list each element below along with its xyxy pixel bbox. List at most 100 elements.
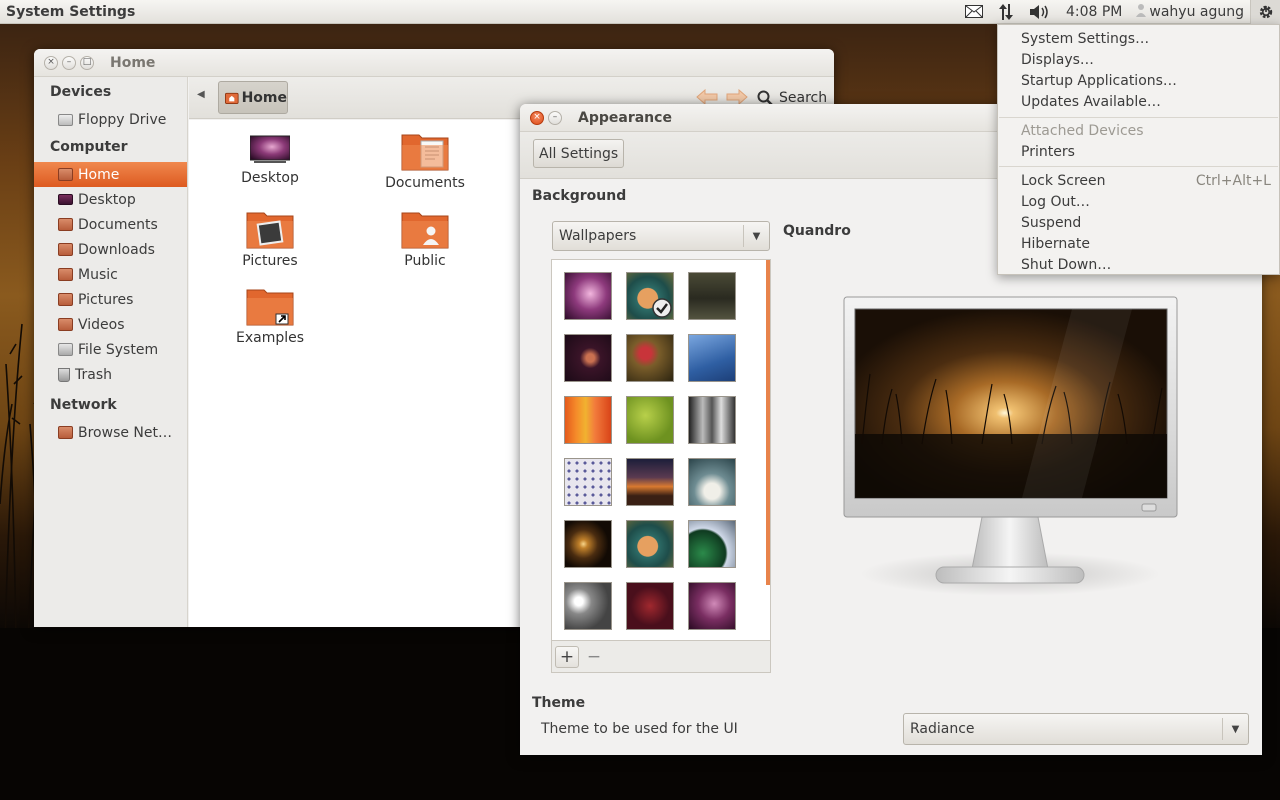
wallpaper-thumbnail[interactable] <box>626 334 674 382</box>
file-item-pictures[interactable]: Pictures <box>210 209 330 269</box>
home-folder-icon <box>225 92 239 104</box>
wallpaper-thumbnail[interactable] <box>688 458 736 506</box>
menu-item-lock-screen[interactable]: Lock Screen Ctrl+Alt+L <box>1021 170 1271 191</box>
menu-item-updates-available[interactable]: Updates Available… <box>1021 91 1271 112</box>
path-button-label: Home <box>241 89 287 106</box>
selected-check-icon <box>652 298 672 318</box>
wallpaper-list[interactable]: + − <box>551 259 771 673</box>
sidebar-item-videos[interactable]: Videos <box>34 312 187 337</box>
sidebar-item-label: Desktop <box>78 191 136 208</box>
menu-separator <box>999 166 1278 167</box>
file-label: Documents <box>385 175 465 191</box>
sidebar-item-label: Home <box>78 166 120 183</box>
file-item-documents[interactable]: Documents <box>365 131 485 191</box>
menu-shortcut: Ctrl+Alt+L <box>1195 172 1271 189</box>
sidebar-item-label: Documents <box>78 216 158 233</box>
file-label: Public <box>404 253 446 269</box>
clock[interactable]: 4:08 PM <box>1058 4 1130 20</box>
files-titlebar[interactable]: × – □ Home <box>34 49 834 77</box>
wallpaper-thumbnail[interactable] <box>688 520 736 568</box>
sidebar-item-label: Music <box>78 266 118 283</box>
wallpaper-thumbnail[interactable] <box>564 582 612 630</box>
wallpaper-thumbnail[interactable] <box>564 520 612 568</box>
menu-item-log-out[interactable]: Log Out… <box>1021 191 1271 212</box>
sidebar-item-label: Trash <box>75 366 112 383</box>
all-settings-button[interactable]: All Settings <box>533 139 625 168</box>
menu-item-startup-applications[interactable]: Startup Applications… <box>1021 70 1271 91</box>
back-arrow-icon[interactable] <box>696 89 718 105</box>
file-item-examples[interactable]: Examples <box>210 286 330 346</box>
sidebar-item-label: Floppy Drive <box>78 111 167 128</box>
file-system-icon <box>58 343 73 356</box>
wallpaper-thumbnail[interactable] <box>564 334 612 382</box>
user-menu[interactable]: wahyu agung <box>1130 3 1250 21</box>
wallpaper-thumbnail[interactable] <box>688 334 736 382</box>
wallpaper-scrollbar[interactable] <box>766 260 770 585</box>
theme-heading: Theme <box>532 695 586 711</box>
file-label: Desktop <box>241 170 299 186</box>
sidebar-header-devices: Devices <box>50 84 112 100</box>
sidebar-item-file-system[interactable]: File System <box>34 337 187 362</box>
wallpaper-thumbnail[interactable] <box>626 396 674 444</box>
menu-item-suspend[interactable]: Suspend <box>1021 212 1271 233</box>
menu-item-printers[interactable]: Printers <box>1021 141 1271 162</box>
menu-item-shut-down[interactable]: Shut Down… <box>1021 254 1271 275</box>
desktop-folder-icon <box>58 194 73 205</box>
sidebar-item-pictures[interactable]: Pictures <box>34 287 187 312</box>
wallpaper-thumbnail[interactable] <box>626 520 674 568</box>
sidebar-item-desktop[interactable]: Desktop <box>34 187 187 212</box>
sidebar-item-music[interactable]: Music <box>34 262 187 287</box>
wallpaper-thumbnail[interactable] <box>688 582 736 630</box>
wallpaper-thumbnail[interactable] <box>564 458 612 506</box>
remove-wallpaper-button[interactable]: − <box>582 646 606 668</box>
network-icon[interactable] <box>990 0 1022 24</box>
sidebar-item-trash[interactable]: Trash <box>34 362 187 387</box>
sidebar-item-downloads[interactable]: Downloads <box>34 237 187 262</box>
theme-value: Radiance <box>910 721 975 737</box>
forward-arrow-icon[interactable] <box>726 89 748 105</box>
file-item-public[interactable]: Public <box>365 209 485 269</box>
selected-wallpaper-name: Quandro <box>783 223 851 239</box>
file-item-desktop[interactable]: Desktop <box>210 134 330 186</box>
minimize-window-button[interactable]: – <box>548 110 562 125</box>
wallpaper-source-select[interactable]: Wallpapers ▼ <box>552 221 770 251</box>
user-name-label: wahyu agung <box>1149 3 1244 20</box>
window-title: Home <box>110 54 156 71</box>
wallpaper-list-toolbar: + − <box>552 640 770 672</box>
wallpaper-thumbnail[interactable] <box>564 396 612 444</box>
close-window-button[interactable]: × <box>530 110 544 125</box>
menu-item-displays[interactable]: Displays… <box>1021 49 1271 70</box>
maximize-window-button[interactable]: □ <box>80 55 94 70</box>
volume-icon[interactable] <box>1022 0 1058 24</box>
network-icon <box>58 426 73 439</box>
wallpaper-thumbnail[interactable] <box>688 396 736 444</box>
add-wallpaper-button[interactable]: + <box>555 646 579 668</box>
desktop-folder-icon <box>250 135 290 163</box>
wallpaper-thumbnail-selected[interactable] <box>626 272 674 320</box>
monitor-preview <box>843 296 1178 596</box>
sidebar-item-home[interactable]: Home <box>34 162 187 187</box>
menu-item-system-settings[interactable]: System Settings… <box>1021 28 1271 49</box>
sidebar-item-label: Videos <box>78 316 125 333</box>
sidebar-item-label: Browse Net… <box>78 424 173 441</box>
videos-folder-icon <box>58 318 73 331</box>
wallpaper-thumbnail[interactable] <box>564 272 612 320</box>
wallpaper-thumbnail[interactable] <box>626 582 674 630</box>
path-button-home[interactable]: Home <box>218 81 288 114</box>
menu-separator <box>999 117 1278 118</box>
sidebar-item-browse-network[interactable]: Browse Net… <box>34 420 187 445</box>
minimize-window-button[interactable]: – <box>62 55 76 70</box>
wallpaper-thumbnail[interactable] <box>626 458 674 506</box>
sidebar-item-documents[interactable]: Documents <box>34 212 187 237</box>
mail-icon[interactable] <box>958 0 990 24</box>
close-window-button[interactable]: × <box>44 55 58 70</box>
file-label: Examples <box>235 330 305 346</box>
session-gear-icon[interactable] <box>1250 0 1280 24</box>
theme-select[interactable]: Radiance ▼ <box>903 713 1249 745</box>
menu-item-attached-devices: Attached Devices <box>1021 122 1144 139</box>
path-scroll-left-icon[interactable]: ◀ <box>197 89 205 100</box>
wallpaper-thumbnail[interactable] <box>688 272 736 320</box>
menu-item-hibernate[interactable]: Hibernate <box>1021 233 1271 254</box>
sidebar-item-floppy-drive[interactable]: Floppy Drive <box>34 107 187 132</box>
examples-folder-icon <box>246 289 294 326</box>
